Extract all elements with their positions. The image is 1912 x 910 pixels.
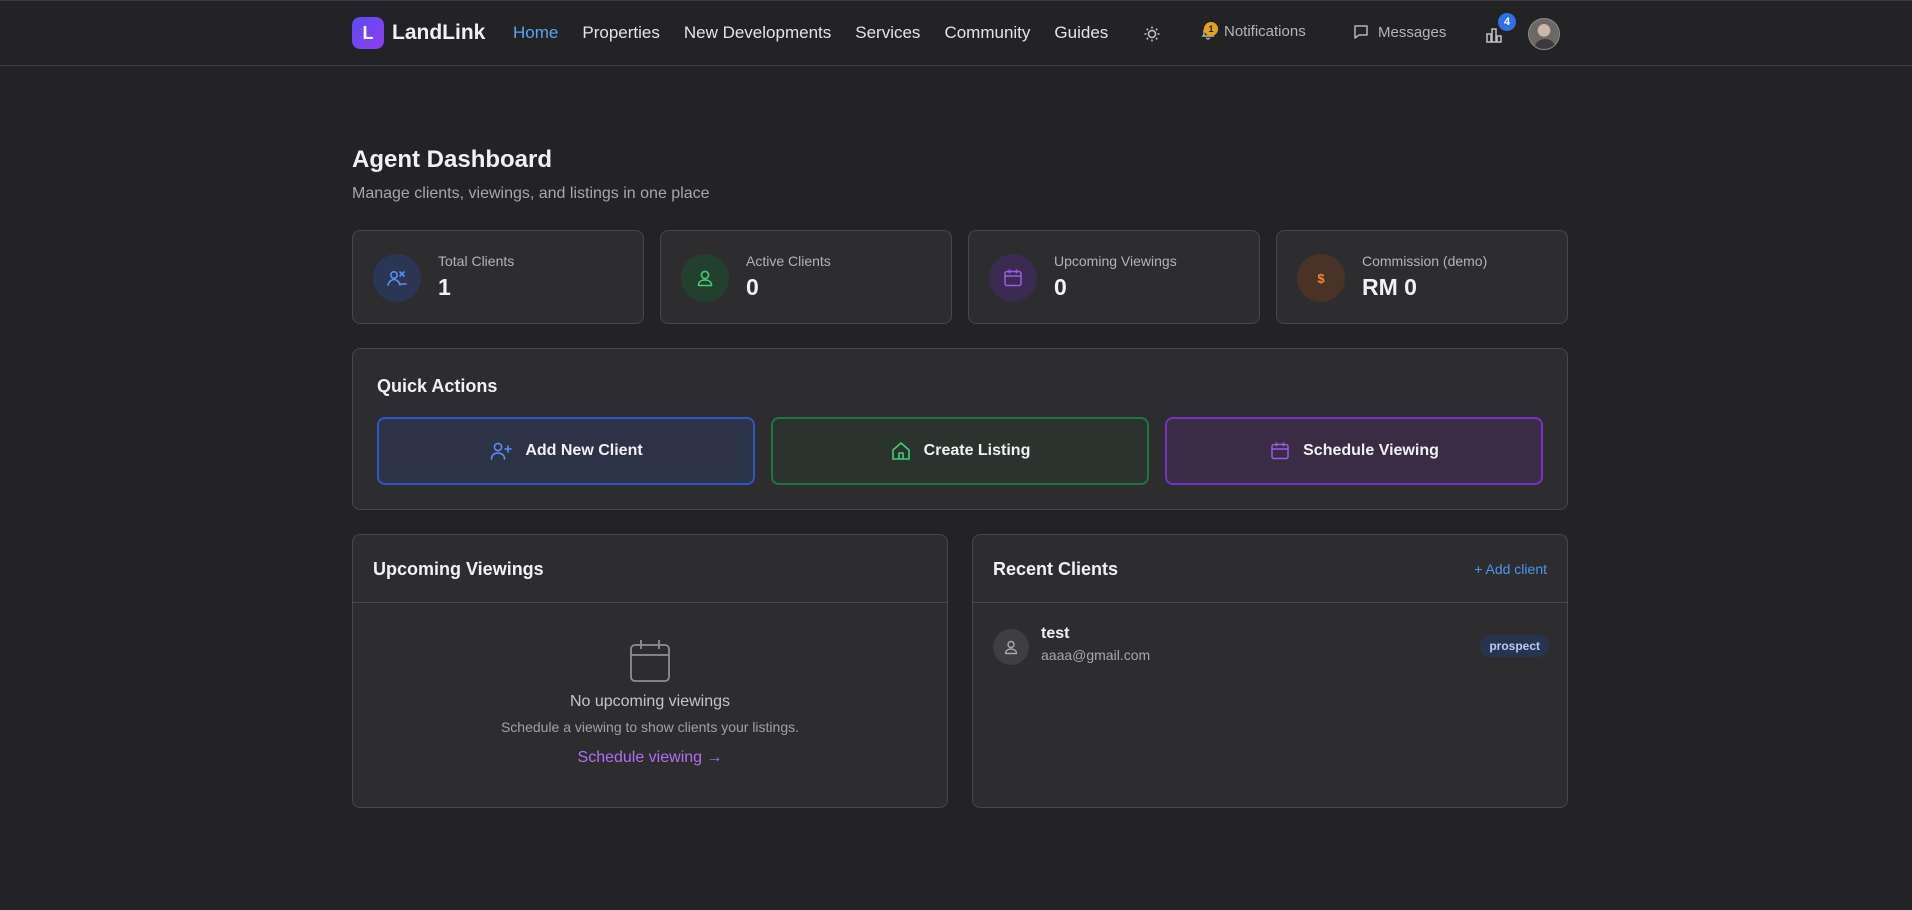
user-check-icon — [681, 254, 729, 302]
quick-actions-title: Quick Actions — [377, 376, 498, 396]
panel-header: Upcoming Viewings — [353, 535, 947, 603]
user-plus-icon — [491, 442, 513, 460]
stat-label: Total Clients — [438, 253, 515, 269]
upcoming-viewings-panel: Upcoming Viewings No upcoming viewings S… — [352, 534, 948, 808]
upcoming-viewings-title: Upcoming Viewings — [373, 559, 544, 579]
create-listing-button[interactable]: Create Listing — [771, 417, 1149, 485]
page-title: Agent Dashboard — [352, 146, 553, 173]
stat-card-active-clients: Active Clients 0 — [660, 230, 952, 324]
users-icon — [373, 254, 421, 302]
calendar-icon — [1271, 442, 1289, 460]
add-new-client-label: Add New Client — [525, 442, 643, 459]
nav-guides[interactable]: Guides — [1054, 23, 1108, 43]
schedule-viewing-link[interactable]: Schedule viewing → — [578, 749, 723, 767]
user-avatar[interactable] — [1528, 18, 1560, 50]
compare-count-badge: 4 — [1498, 13, 1516, 31]
notifications-label: Notifications — [1224, 23, 1306, 40]
stat-value: RM 0 — [1362, 274, 1417, 300]
nav-new-developments[interactable]: New Developments — [684, 23, 831, 43]
stat-label: Upcoming Viewings — [1054, 253, 1177, 269]
empty-calendar-icon — [629, 639, 671, 683]
empty-state: No upcoming viewings Schedule a viewing … — [353, 603, 947, 767]
client-email: aaaa@gmail.com — [1041, 647, 1151, 663]
empty-title: No upcoming viewings — [569, 693, 731, 710]
dollar-symbol: $ — [1317, 270, 1325, 286]
list-item[interactable]: test aaaa@gmail.com prospect — [993, 625, 1549, 671]
brand-logo: L — [352, 17, 384, 49]
notifications-badge: 1 — [1204, 22, 1218, 36]
nav-community[interactable]: Community — [944, 23, 1030, 43]
recent-clients-title: Recent Clients — [993, 559, 1119, 579]
brand-name: LandLink — [392, 21, 486, 44]
create-listing-label: Create Listing — [923, 442, 1031, 459]
stat-card-commission: $ Commission (demo) RM 0 — [1276, 230, 1568, 324]
stat-card-upcoming-viewings: Upcoming Viewings 0 — [968, 230, 1260, 324]
stat-value: 0 — [1054, 274, 1067, 300]
empty-subtitle: Schedule a viewing to show clients your … — [500, 719, 800, 735]
calendar-icon — [989, 254, 1037, 302]
add-client-link[interactable]: + Add client — [1474, 561, 1547, 577]
top-navigation-bar: L LandLink Home Properties New Developme… — [0, 0, 1912, 66]
client-name: test — [1041, 625, 1070, 642]
add-new-client-button[interactable]: Add New Client — [377, 417, 755, 485]
stat-value: 0 — [746, 274, 759, 300]
page-subtitle: Manage clients, viewings, and listings i… — [352, 185, 710, 202]
nav-services[interactable]: Services — [855, 23, 920, 43]
schedule-viewing-label: Schedule Viewing — [1303, 442, 1439, 459]
dollar-icon: $ — [1297, 254, 1345, 302]
message-icon — [1354, 25, 1368, 39]
nav-properties[interactable]: Properties — [582, 23, 659, 43]
status-badge: prospect — [1480, 635, 1549, 657]
quick-actions-panel: Quick Actions Add New Client Create List… — [352, 348, 1568, 510]
stat-value: 1 — [438, 274, 451, 300]
recent-clients-panel: Recent Clients + Add client test aaaa@gm… — [972, 534, 1568, 808]
main-nav: Home Properties New Developments Service… — [513, 23, 1132, 43]
brand[interactable]: L LandLink — [352, 17, 485, 49]
stat-label: Commission (demo) — [1362, 253, 1488, 269]
panel-header: Recent Clients + Add client — [973, 535, 1567, 603]
nav-home[interactable]: Home — [513, 23, 558, 43]
client-avatar-icon — [993, 629, 1029, 665]
stat-card-total-clients: Total Clients 1 — [352, 230, 644, 324]
stat-label: Active Clients — [746, 253, 831, 269]
messages-label: Messages — [1378, 23, 1447, 41]
theme-toggle-sun-icon[interactable] — [1142, 24, 1162, 44]
messages-button[interactable]: Messages — [1352, 23, 1446, 41]
schedule-viewing-button[interactable]: Schedule Viewing — [1165, 417, 1543, 485]
home-icon — [891, 442, 910, 460]
